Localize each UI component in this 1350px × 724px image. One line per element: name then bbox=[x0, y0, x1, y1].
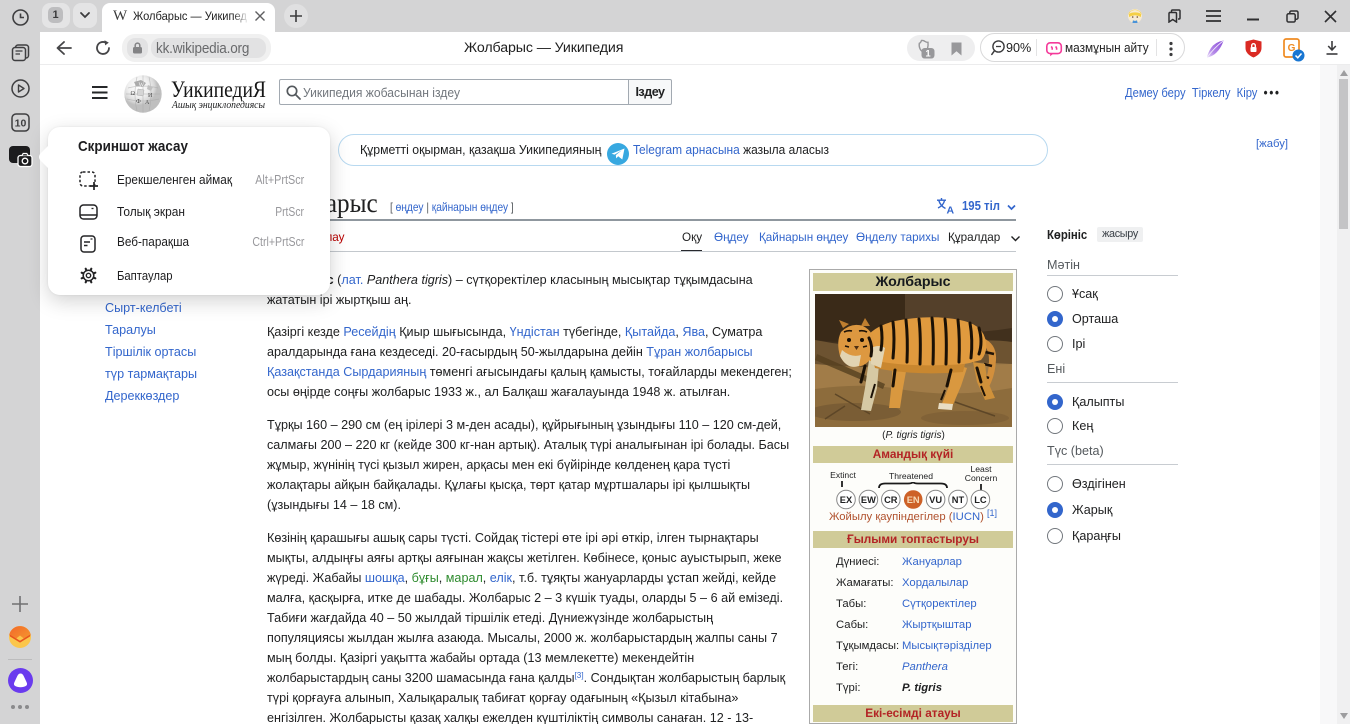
svg-text:EX: EX bbox=[840, 495, 853, 505]
svg-text:VU: VU bbox=[929, 495, 942, 505]
svg-text:EN: EN bbox=[907, 495, 920, 505]
svg-text:EW: EW bbox=[861, 495, 876, 505]
svg-text:A: A bbox=[947, 205, 955, 215]
svg-text:Ф: Ф bbox=[136, 99, 141, 105]
svg-text:LC: LC bbox=[974, 495, 987, 505]
svg-text:10: 10 bbox=[15, 118, 27, 130]
svg-text:1: 1 bbox=[925, 49, 931, 60]
svg-text:CR: CR bbox=[884, 495, 898, 505]
svg-text:W: W bbox=[139, 83, 145, 89]
svg-text:NT: NT bbox=[952, 495, 965, 505]
svg-text:A: A bbox=[145, 100, 150, 106]
svg-text:Ω: Ω bbox=[131, 91, 136, 97]
svg-text:И: И bbox=[148, 93, 153, 99]
